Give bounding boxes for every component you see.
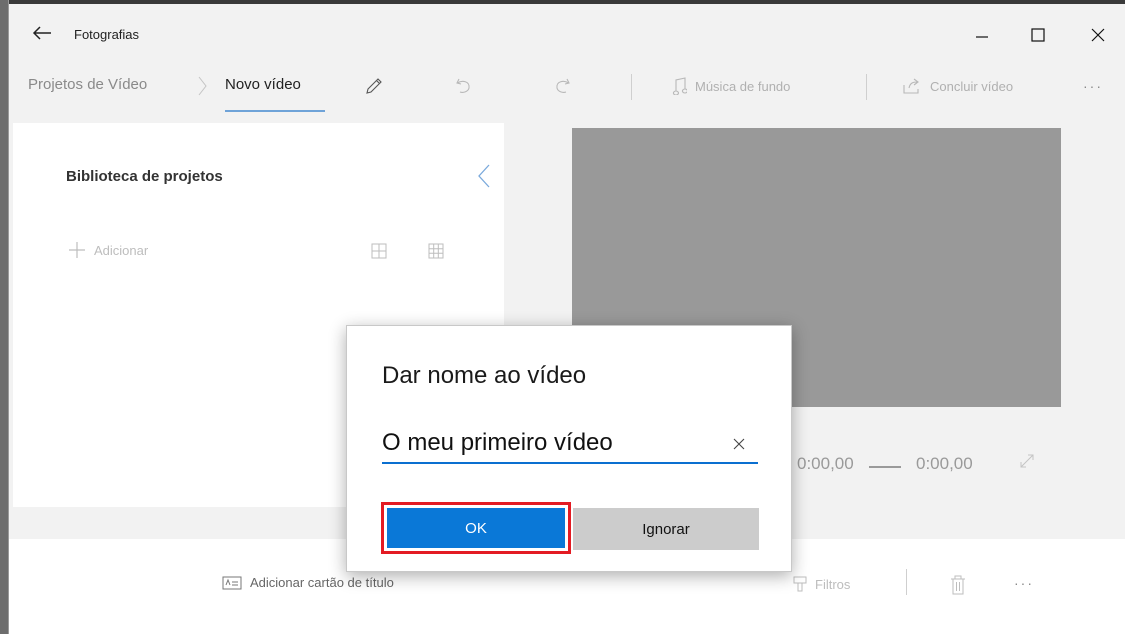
bottom-more-button[interactable]: ··· (1014, 575, 1034, 591)
dialog-title: Dar nome ao vídeo (382, 362, 587, 389)
toolbar-separator (906, 569, 907, 595)
window-left-edge (0, 0, 9, 634)
add-media-label: Adicionar (94, 242, 149, 258)
rename-button[interactable] (364, 74, 384, 98)
command-bar: Projetos de Vídeo Novo vídeo Música de f… (9, 64, 1125, 114)
timeline-progress[interactable] (869, 466, 901, 468)
command-separator (631, 74, 632, 100)
undo-icon (456, 78, 470, 93)
filters-button[interactable]: Filtros (793, 575, 850, 593)
more-options-button[interactable]: ··· (1083, 74, 1103, 98)
maximize-button[interactable] (1015, 20, 1061, 50)
app-title: Fotografias (74, 27, 140, 42)
redo-button[interactable] (552, 74, 572, 98)
finish-video-button[interactable]: Concluir vídeo (902, 74, 1013, 98)
current-time: 0:00,00 (797, 454, 854, 473)
minimize-button[interactable] (959, 20, 1005, 50)
background-music-button[interactable]: Música de fundo (671, 74, 790, 98)
add-title-card-button[interactable]: Adicionar cartão de título (222, 575, 394, 590)
expand-icon[interactable] (1019, 453, 1035, 469)
video-name-input[interactable] (382, 424, 758, 464)
add-media-button[interactable]: Adicionar (68, 241, 148, 259)
maximize-icon (1031, 28, 1045, 42)
clear-icon (733, 438, 745, 450)
redo-icon (556, 78, 570, 93)
ignore-button[interactable]: Ignorar (573, 508, 759, 550)
close-icon (1091, 28, 1105, 42)
current-project-underline (225, 110, 325, 112)
music-note-icon (672, 77, 687, 95)
delete-button[interactable] (950, 575, 966, 595)
photos-app-window: Fotografias Projetos de Vídeo Novo vídeo (9, 4, 1125, 634)
share-export-icon (903, 78, 919, 94)
background-music-label: Música de fundo (695, 78, 791, 94)
total-time: 0:00,00 (916, 454, 973, 473)
title-card-icon (222, 576, 242, 589)
chevron-left-icon (478, 164, 490, 188)
plus-icon (69, 242, 85, 258)
collapse-library-button[interactable] (473, 161, 495, 191)
grid-view-small-icon[interactable] (371, 243, 387, 259)
breadcrumb-projects-link[interactable]: Projetos de Vídeo (28, 76, 147, 93)
chevron-right-icon (198, 76, 207, 96)
rename-video-dialog: Dar nome ao vídeo OK Ignorar (346, 325, 792, 572)
filter-icon (793, 576, 807, 592)
arrow-left-icon (32, 26, 51, 40)
minimize-icon (976, 36, 988, 38)
title-bar: Fotografias (9, 4, 1125, 59)
filters-label: Filtros (815, 576, 851, 592)
undo-button[interactable] (454, 74, 474, 98)
command-separator (866, 74, 867, 100)
add-title-card-label: Adicionar cartão de título (250, 575, 394, 590)
trash-icon (951, 575, 965, 595)
clear-input-button[interactable] (725, 430, 753, 458)
finish-video-label: Concluir vídeo (930, 78, 1014, 94)
pencil-icon (366, 78, 382, 94)
ok-button[interactable]: OK (387, 508, 565, 548)
close-button[interactable] (1075, 20, 1121, 50)
project-library-title: Biblioteca de projetos (66, 168, 223, 185)
grid-view-large-icon[interactable] (428, 243, 444, 259)
back-button[interactable] (27, 20, 57, 46)
breadcrumb-current-project[interactable]: Novo vídeo (225, 76, 301, 93)
